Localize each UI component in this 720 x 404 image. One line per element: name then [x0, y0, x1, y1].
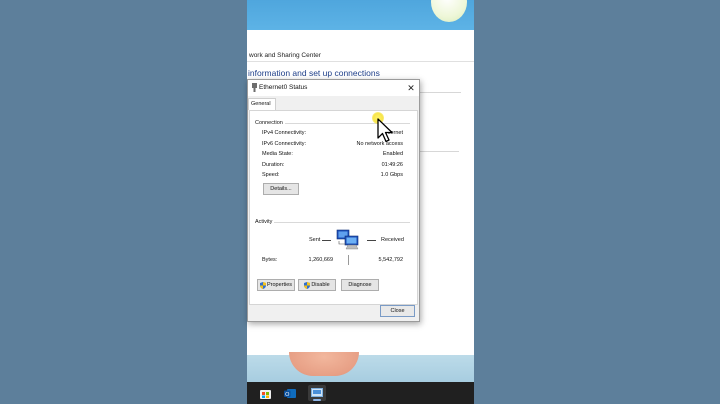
bytes-divider [348, 255, 349, 265]
network-status-icon[interactable] [308, 385, 326, 401]
diagnose-button[interactable]: Diagnose [341, 279, 379, 291]
svg-text:O: O [285, 391, 290, 397]
sent-label: Sent [309, 237, 321, 243]
page-title: information and set up connections [248, 68, 380, 78]
divider [247, 61, 474, 62]
mouse-pointer-icon [377, 118, 393, 143]
title-bar: Ethernet0 Status ✕ [248, 80, 419, 96]
bytes-label: Bytes: [262, 257, 278, 263]
active-indicator [313, 399, 321, 401]
close-button[interactable]: Close [380, 305, 415, 317]
received-label: Received [381, 237, 404, 243]
ethernet-status-dialog: Ethernet0 Status ✕ General Connection IP… [247, 79, 420, 322]
sent-dash [322, 240, 331, 241]
media-state-label: Media State: [262, 151, 293, 157]
breadcrumb[interactable]: work and Sharing Center [249, 52, 321, 59]
network-computers-icon [336, 229, 359, 250]
properties-label: Properties [266, 282, 293, 288]
duration-label: Duration: [262, 162, 285, 168]
divider [274, 222, 410, 223]
taskbar: O [247, 382, 474, 404]
ipv6-label: IPv6 Connectivity: [262, 141, 307, 147]
connection-group-label: Connection [255, 120, 285, 126]
disable-button[interactable]: Disable [298, 279, 336, 291]
ethernet-icon [252, 83, 257, 92]
close-icon[interactable]: ✕ [405, 81, 417, 95]
divider [419, 151, 459, 152]
bytes-sent-value: 1,260,669 [308, 257, 333, 263]
divider [419, 92, 461, 93]
shield-icon [304, 281, 311, 289]
activity-group-label: Activity [255, 219, 275, 225]
dialog-title: Ethernet0 Status [259, 84, 308, 91]
properties-button[interactable]: Properties [257, 279, 295, 291]
ipv4-label: IPv4 Connectivity: [262, 130, 307, 136]
outlook-icon[interactable]: O [281, 385, 299, 401]
wallpaper-bottom [247, 355, 474, 382]
disable-label: Disable [311, 282, 330, 288]
microsoft-store-icon[interactable] [256, 385, 274, 401]
shield-icon [259, 281, 266, 289]
received-dash [367, 240, 376, 241]
speed-value: 1.0 Gbps [380, 172, 403, 178]
details-button[interactable]: Details... [263, 183, 299, 195]
media-state-value: Enabled [382, 151, 403, 157]
speed-label: Speed: [262, 172, 280, 178]
tab-general[interactable]: General [248, 98, 276, 110]
bytes-received-value: 5,542,792 [378, 257, 403, 263]
duration-value: 01:49:26 [381, 162, 403, 168]
